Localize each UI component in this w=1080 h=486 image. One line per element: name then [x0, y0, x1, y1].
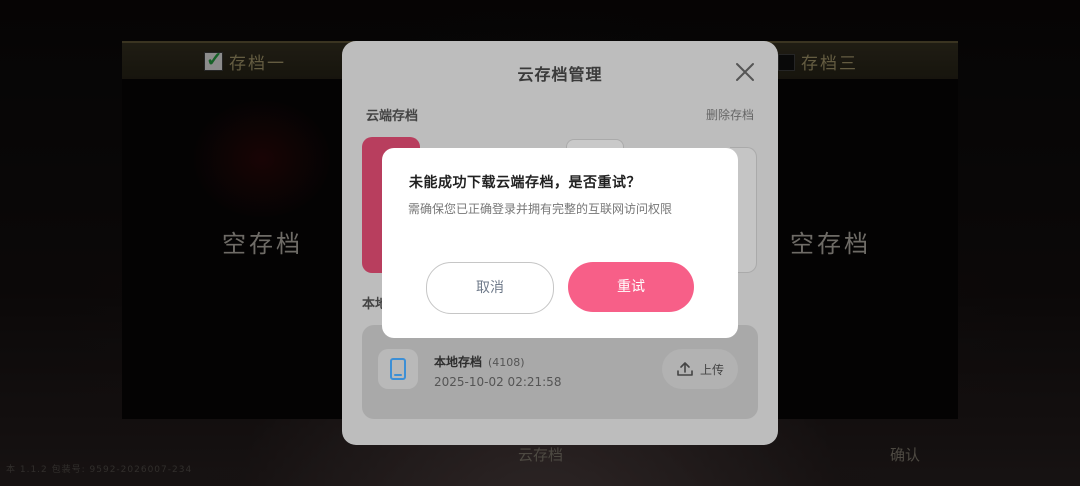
local-save-card: 本地存档 (4108) 2025-10-02 02:21:58 上传: [362, 325, 758, 419]
modal-title: 未能成功下载云端存档，是否重试？: [409, 175, 641, 191]
cancel-button[interactable]: 取消: [426, 262, 554, 314]
download-failed-modal: 未能成功下载云端存档，是否重试？ 需确保您已正确登录并拥有完整的互联网访问权限 …: [382, 148, 738, 338]
cloud-section-label: 云端存档: [366, 109, 419, 124]
upload-button[interactable]: 上传: [662, 349, 738, 389]
tablet-icon: [390, 358, 406, 380]
upload-label: 上传: [700, 363, 725, 377]
close-button[interactable]: [734, 61, 756, 83]
dialog-title: 云存档管理: [517, 65, 603, 84]
local-save-icon-wrap: [378, 349, 418, 389]
modal-description: 需确保您已正确登录并拥有完整的互联网访问权限: [408, 202, 673, 216]
local-save-title: 本地存档 (4108): [434, 353, 525, 370]
local-save-name: 本地存档: [434, 355, 483, 369]
local-save-timestamp: 2025-10-02 02:21:58: [434, 375, 562, 389]
retry-button[interactable]: 重试: [568, 262, 694, 312]
upload-icon: [677, 362, 693, 376]
close-icon: [736, 63, 754, 81]
delete-save-button[interactable]: 删除存档: [706, 106, 754, 123]
local-save-count: (4108): [488, 356, 525, 369]
